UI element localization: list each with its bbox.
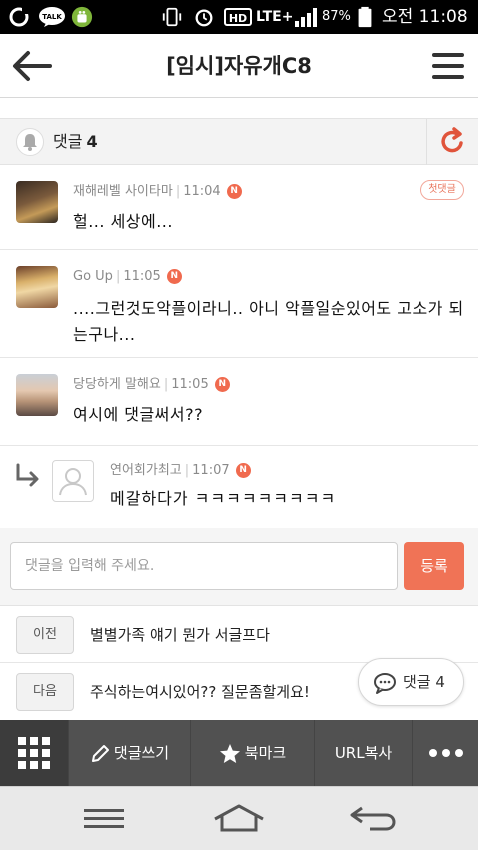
floating-comment-label: 댓글 4 xyxy=(403,659,445,705)
status-time: 오전 11:08 xyxy=(382,7,468,27)
comments-count: 4 xyxy=(86,132,98,151)
comment-meta: Go Up | 11:05 N xyxy=(73,267,182,287)
comment-text: 헐... 세상에... xyxy=(73,212,173,231)
chat-bubble-icon xyxy=(374,673,396,694)
floating-count: 4 xyxy=(435,673,445,691)
back-arrow-icon xyxy=(13,51,52,81)
bottom-toolbar: 댓글쓰기 북마크 URL복사 xyxy=(0,720,478,786)
hamburger-menu-icon xyxy=(432,53,464,79)
submit-comment-button[interactable]: 등록 xyxy=(404,542,464,590)
avatar[interactable] xyxy=(16,181,58,223)
refresh-icon xyxy=(441,127,463,153)
comment-meta: 재해레벨 사이타마 | 11:04 N xyxy=(73,182,242,202)
next-post-title[interactable]: 주식하는여시있어?? 질문좀할게요! xyxy=(90,664,310,720)
meta-separator: | xyxy=(115,269,121,284)
bookmark-button[interactable]: 북마크 xyxy=(190,720,314,786)
new-badge: N xyxy=(226,184,242,199)
comments-header: 댓글 4 xyxy=(0,118,478,165)
system-back-icon[interactable] xyxy=(348,803,398,833)
menu-button[interactable] xyxy=(428,48,468,84)
comment-item: 재해레벨 사이타마 | 11:04 N 헐... 세상에... xyxy=(0,165,478,250)
app-header: [임시]자유개C8 xyxy=(0,34,478,98)
more-button[interactable] xyxy=(412,720,478,786)
comment-author[interactable]: 당당하게 말해요 xyxy=(73,377,161,392)
pencil-icon xyxy=(91,744,109,762)
write-comment-label: 댓글쓰기 xyxy=(113,744,170,762)
o-app-icon xyxy=(9,7,29,27)
new-badge: N xyxy=(235,463,251,478)
vibrate-icon xyxy=(162,7,182,27)
meta-separator: | xyxy=(175,184,181,199)
hd-icon: HD xyxy=(224,8,252,26)
comment-time: 11:07 xyxy=(192,463,230,478)
comment-text: ....그런것도악플이라니.. 아니 악플일순있어도 고소가 되는구나... xyxy=(73,299,464,344)
page-title: [임시]자유개C8 xyxy=(166,54,312,78)
comment-item: Go Up | 11:05 N ....그런것도악플이라니.. 아니 악플일순있어도 … xyxy=(0,250,478,358)
prev-post-title[interactable]: 별별가족 얘기 뭔가 서글프다 xyxy=(90,607,270,663)
status-bar: TALK HD LTE+ 87% 오전 11:08 xyxy=(0,0,478,34)
bell-icon xyxy=(23,134,37,151)
prev-post-row[interactable]: 이전 별별가족 얘기 뭔가 서글프다 xyxy=(0,607,478,663)
comment-input[interactable] xyxy=(10,542,398,590)
system-home-icon[interactable] xyxy=(212,803,266,833)
svg-text:TALK: TALK xyxy=(42,13,62,21)
signal-icon xyxy=(295,8,317,27)
talk-icon: TALK xyxy=(39,7,65,27)
floating-comment-button[interactable]: 댓글 4 xyxy=(358,658,464,706)
next-button[interactable]: 다음 xyxy=(16,673,74,711)
network-type: LTE+ xyxy=(256,9,294,25)
bookmark-label: 북마크 xyxy=(244,744,287,762)
reply-comment-item: 연어회가최고 | 11:07 N 메갈하다가 ㅋㅋㅋㅋㅋㅋㅋㅋㅋ xyxy=(0,446,478,528)
svg-text:HD: HD xyxy=(229,12,247,25)
back-button[interactable] xyxy=(10,48,54,84)
comments-title: 댓글 4 xyxy=(53,119,98,165)
write-comment-button[interactable]: 댓글쓰기 xyxy=(68,720,190,786)
comment-text: 여시에 댓글써서?? xyxy=(73,405,204,424)
grid-icon xyxy=(18,737,50,769)
comment-time: 11:05 xyxy=(123,269,161,284)
copy-url-button[interactable]: URL복사 xyxy=(314,720,412,786)
battery-percent: 87% xyxy=(322,9,351,24)
more-icon xyxy=(429,749,463,757)
new-badge: N xyxy=(166,269,182,284)
comment-meta: 연어회가최고 | 11:07 N xyxy=(110,461,251,481)
star-icon xyxy=(219,743,240,763)
comment-author[interactable]: Go Up xyxy=(73,269,113,284)
alarm-icon xyxy=(195,9,213,27)
grid-menu-button[interactable] xyxy=(0,720,68,786)
refresh-button[interactable] xyxy=(426,119,478,165)
battery-icon xyxy=(358,6,372,28)
comment-input-row: 등록 xyxy=(0,528,478,606)
system-navigation-bar xyxy=(0,786,478,850)
meta-separator: | xyxy=(184,463,190,478)
meta-separator: | xyxy=(163,377,169,392)
avatar[interactable] xyxy=(16,374,58,416)
comment-time: 11:05 xyxy=(171,377,209,392)
floating-label-text: 댓글 xyxy=(403,673,431,691)
comments-label-text: 댓글 xyxy=(53,132,83,151)
notification-toggle[interactable] xyxy=(16,128,44,156)
comment-author[interactable]: 연어회가최고 xyxy=(110,463,182,478)
reply-arrow-icon xyxy=(16,463,39,487)
avatar[interactable] xyxy=(16,266,58,308)
first-comment-badge: 첫댓글 xyxy=(420,180,464,200)
android-icon xyxy=(71,6,93,28)
default-avatar[interactable] xyxy=(52,460,94,502)
comment-time: 11:04 xyxy=(183,184,221,199)
prev-button[interactable]: 이전 xyxy=(16,616,74,654)
comment-text: 메갈하다가 ㅋㅋㅋㅋㅋㅋㅋㅋㅋ xyxy=(110,489,337,508)
new-badge: N xyxy=(214,377,230,392)
user-icon xyxy=(59,468,87,496)
comment-meta: 당당하게 말해요 | 11:05 N xyxy=(73,375,230,395)
comment-item: 당당하게 말해요 | 11:05 N 여시에 댓글써서?? xyxy=(0,358,478,446)
system-menu-icon[interactable] xyxy=(82,807,126,831)
comment-author[interactable]: 재해레벨 사이타마 xyxy=(73,184,173,199)
